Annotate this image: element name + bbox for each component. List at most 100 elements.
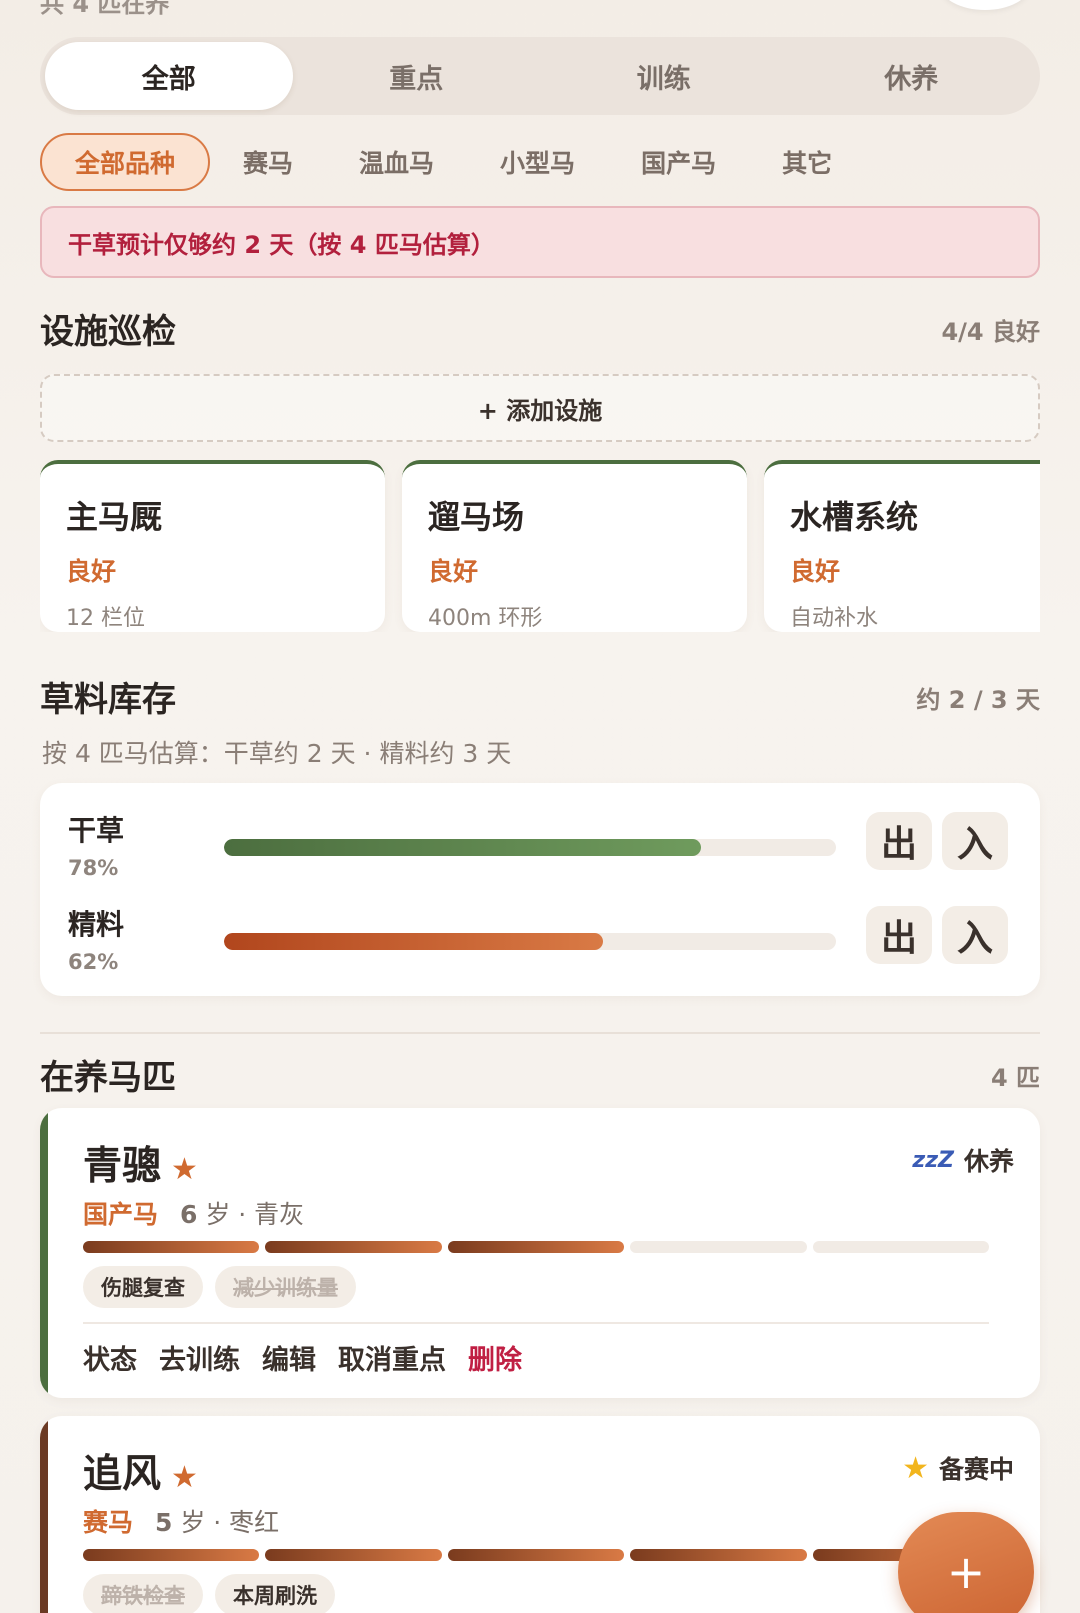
chip-warmblood[interactable]: 温血马 — [326, 133, 467, 191]
chip-pony[interactable]: 小型马 — [467, 133, 608, 191]
feed-bar-fill — [224, 933, 604, 950]
feed-out-button[interactable]: 出 — [866, 812, 932, 870]
feed-summary: 约 2 / 3 天 — [916, 686, 1040, 714]
favorite-star-icon[interactable]: ★ — [171, 1460, 198, 1495]
progress-segment — [447, 1241, 625, 1253]
progress-segment — [83, 1549, 260, 1561]
horse-name-row: 追风 ★ — [83, 1443, 198, 1499]
horse-meta: 国产马 6 岁 · 青灰 — [83, 1195, 304, 1231]
feed-bar — [224, 839, 836, 856]
progress-segment — [83, 1241, 260, 1253]
feed-in-button[interactable]: 入 — [942, 906, 1008, 964]
facility-card[interactable]: 水槽系统 良好 自动补水 — [764, 460, 1040, 632]
feed-bar-fill — [224, 839, 702, 856]
feed-name: 精料 — [68, 908, 125, 941]
horse-tags: 蹄铁检查 本周刷洗 — [83, 1574, 335, 1613]
facility-desc: 自动补水 — [790, 606, 879, 631]
feed-percent: 78% — [68, 856, 119, 880]
horse-progress — [83, 1549, 990, 1561]
add-facility-button[interactable]: + 添加设施 — [40, 374, 1040, 442]
task-tag-done[interactable]: 蹄铁检查 — [83, 1574, 203, 1613]
feed-row-hay: 干草 78% 出 入 — [40, 809, 1040, 899]
horse-status-label: 备赛中 — [938, 1455, 1014, 1484]
horse-breed: 赛马 — [83, 1508, 134, 1537]
add-horse-fab[interactable]: + — [898, 1512, 1034, 1613]
star-icon: ★ — [902, 1450, 929, 1486]
chip-domestic[interactable]: 国产马 — [608, 133, 749, 191]
unfocus-action[interactable]: 取消重点 — [338, 1338, 446, 1377]
facilities-title: 设施巡检 — [40, 312, 176, 352]
task-tag-done[interactable]: 减少训练量 — [215, 1266, 356, 1308]
chip-racehorse[interactable]: 赛马 — [210, 133, 326, 191]
favorite-star-icon[interactable]: ★ — [171, 1152, 198, 1187]
progress-segment — [630, 1241, 807, 1253]
feed-in-button[interactable]: 入 — [942, 812, 1008, 870]
facility-name: 遛马场 — [428, 498, 525, 536]
delete-action[interactable]: 删除 — [468, 1338, 522, 1377]
horse-breed: 国产马 — [83, 1200, 159, 1229]
facility-list: 主马厩 良好 12 栏位 遛马场 良好 400m 环形 水槽系统 良好 自动补水 — [40, 460, 1040, 632]
facility-desc: 400m 环形 — [428, 606, 543, 631]
card-accent-bar — [40, 1416, 48, 1613]
horse-progress — [83, 1241, 990, 1253]
feed-name: 干草 — [68, 814, 125, 847]
progress-segment — [265, 1241, 442, 1253]
facility-card[interactable]: 遛马场 良好 400m 环形 — [402, 460, 747, 632]
progress-segment — [630, 1549, 807, 1561]
horse-actions: 状态 去训练 编辑 取消重点 删除 — [83, 1338, 522, 1377]
horse-age: 6 — [179, 1200, 198, 1229]
chip-other[interactable]: 其它 — [749, 133, 865, 191]
avatar-button[interactable] — [940, 0, 1030, 10]
tab-rest[interactable]: 休养 — [788, 42, 1036, 110]
feed-card: 干草 78% 出 入 精料 62% 出 入 — [40, 783, 1040, 996]
horse-status: zzZ 休养 — [912, 1142, 1014, 1178]
feed-percent: 62% — [68, 950, 119, 974]
feed-bar — [224, 933, 836, 950]
horse-meta: 赛马 5 岁 · 枣红 — [83, 1503, 279, 1539]
horse-card[interactable]: 青骢 ★ zzZ 休养 国产马 6 岁 · 青灰 伤腿复查 减少训练量 状态 去训… — [40, 1108, 1040, 1398]
horse-status-label: 休养 — [963, 1147, 1014, 1176]
horse-name: 追风 — [83, 1452, 162, 1497]
facility-card[interactable]: 主马厩 良好 12 栏位 — [40, 460, 385, 632]
facilities-summary: 4/4 良好 — [941, 318, 1040, 346]
facility-name: 水槽系统 — [790, 498, 919, 536]
horse-age-color: 岁 · 枣红 — [180, 1508, 280, 1537]
progress-segment — [265, 1549, 442, 1561]
feed-out-button[interactable]: 出 — [866, 906, 932, 964]
facility-status: 良好 — [66, 557, 117, 586]
horse-age-color: 岁 · 青灰 — [205, 1200, 305, 1229]
facility-name: 主马厩 — [66, 498, 163, 536]
horse-card[interactable]: 追风 ★ ★ 备赛中 赛马 5 岁 · 枣红 蹄铁检查 本周刷洗 — [40, 1416, 1040, 1613]
facility-status: 良好 — [428, 557, 479, 586]
feed-subtitle: 按 4 匹马估算：干草约 2 天 · 精料约 3 天 — [42, 739, 512, 768]
tab-all[interactable]: 全部 — [45, 42, 293, 110]
breed-filter: 全部品种 赛马 温血马 小型马 国产马 其它 — [40, 133, 1040, 191]
tab-focus[interactable]: 重点 — [293, 42, 541, 110]
section-divider — [40, 1032, 1040, 1034]
train-action[interactable]: 去训练 — [159, 1338, 240, 1377]
sleep-icon: zzZ — [912, 1147, 954, 1173]
feed-title: 草料库存 — [40, 680, 176, 720]
horse-name: 青骢 — [83, 1144, 162, 1189]
horse-status: ★ 备赛中 — [902, 1450, 1014, 1486]
horses-count: 4 匹 — [990, 1064, 1040, 1092]
card-accent-bar — [40, 1108, 48, 1398]
task-tag[interactable]: 伤腿复查 — [83, 1266, 203, 1308]
horses-title: 在养马匹 — [40, 1058, 176, 1098]
horse-age: 5 — [154, 1508, 173, 1537]
filter-tabs: 全部 重点 训练 休养 — [40, 37, 1040, 115]
facility-status: 良好 — [790, 557, 841, 586]
chip-all-breeds[interactable]: 全部品种 — [40, 133, 211, 191]
progress-segment — [812, 1241, 990, 1253]
status-action[interactable]: 状态 — [83, 1338, 137, 1377]
task-tag[interactable]: 本周刷洗 — [215, 1574, 335, 1613]
hay-alert-banner: 干草预计仅够约 2 天（按 4 匹马估算） — [40, 206, 1040, 278]
actions-divider — [83, 1322, 989, 1324]
tab-training[interactable]: 训练 — [540, 42, 788, 110]
progress-segment — [447, 1549, 625, 1561]
feed-row-concentrate: 精料 62% 出 入 — [40, 903, 1040, 993]
edit-action[interactable]: 编辑 — [262, 1338, 316, 1377]
facility-desc: 12 栏位 — [66, 606, 145, 631]
horse-count-header: 共 4 匹在养 — [40, 0, 170, 18]
horse-tags: 伤腿复查 减少训练量 — [83, 1266, 356, 1308]
